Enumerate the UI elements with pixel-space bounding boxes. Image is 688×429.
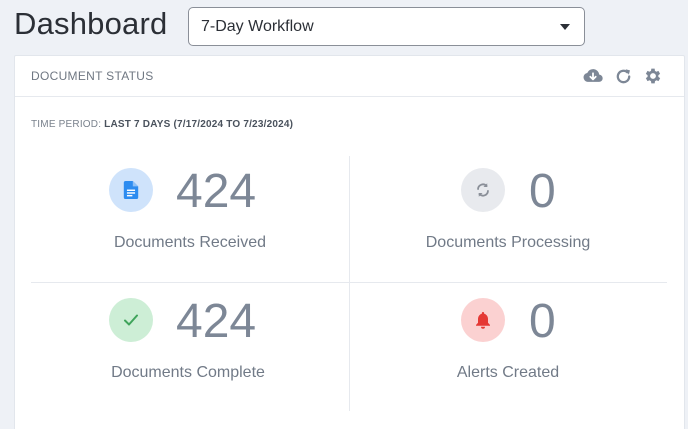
time-period-label: TIME PERIOD: [31,119,102,130]
page-title: Dashboard [14,6,168,41]
workflow-select[interactable]: 7-Day Workflow [188,7,585,46]
stat-value: 424 [176,165,257,218]
stat-documents-received: 424 Documents Received [31,166,349,286]
card-header: DOCUMENT STATUS [15,56,684,97]
stat-value: 0 [529,165,556,218]
stat-documents-processing: 0 Documents Processing [349,166,667,286]
stat-label: Alerts Created [456,364,560,381]
time-period: TIME PERIOD: LAST 7 DAYS (7/17/2024 TO 7… [31,119,293,130]
workflow-select-value: 7-Day Workflow [201,17,314,35]
card-tools [582,65,664,87]
document-status-card: DOCUMENT STATUS TIME PERIOD: LAST 7 DAYS… [14,55,685,429]
stat-label: Documents Complete [111,364,265,381]
bell-icon [461,298,505,342]
stat-label: Documents Processing [425,234,591,251]
document-icon [109,168,153,212]
card-title: DOCUMENT STATUS [31,69,154,83]
stat-value: 0 [529,295,556,348]
refresh-icon[interactable] [612,65,634,87]
stat-value: 424 [176,295,257,348]
check-icon [109,298,153,342]
chevron-down-icon [560,24,570,30]
stat-documents-complete: 424 Documents Complete [31,296,349,416]
sync-icon [461,168,505,212]
stat-label: Documents Received [113,234,267,251]
time-period-value: LAST 7 DAYS (7/17/2024 TO 7/23/2024) [104,119,294,130]
gear-icon[interactable] [642,65,664,87]
stat-alerts-created: 0 Alerts Created [349,296,667,416]
cloud-download-icon[interactable] [582,65,604,87]
